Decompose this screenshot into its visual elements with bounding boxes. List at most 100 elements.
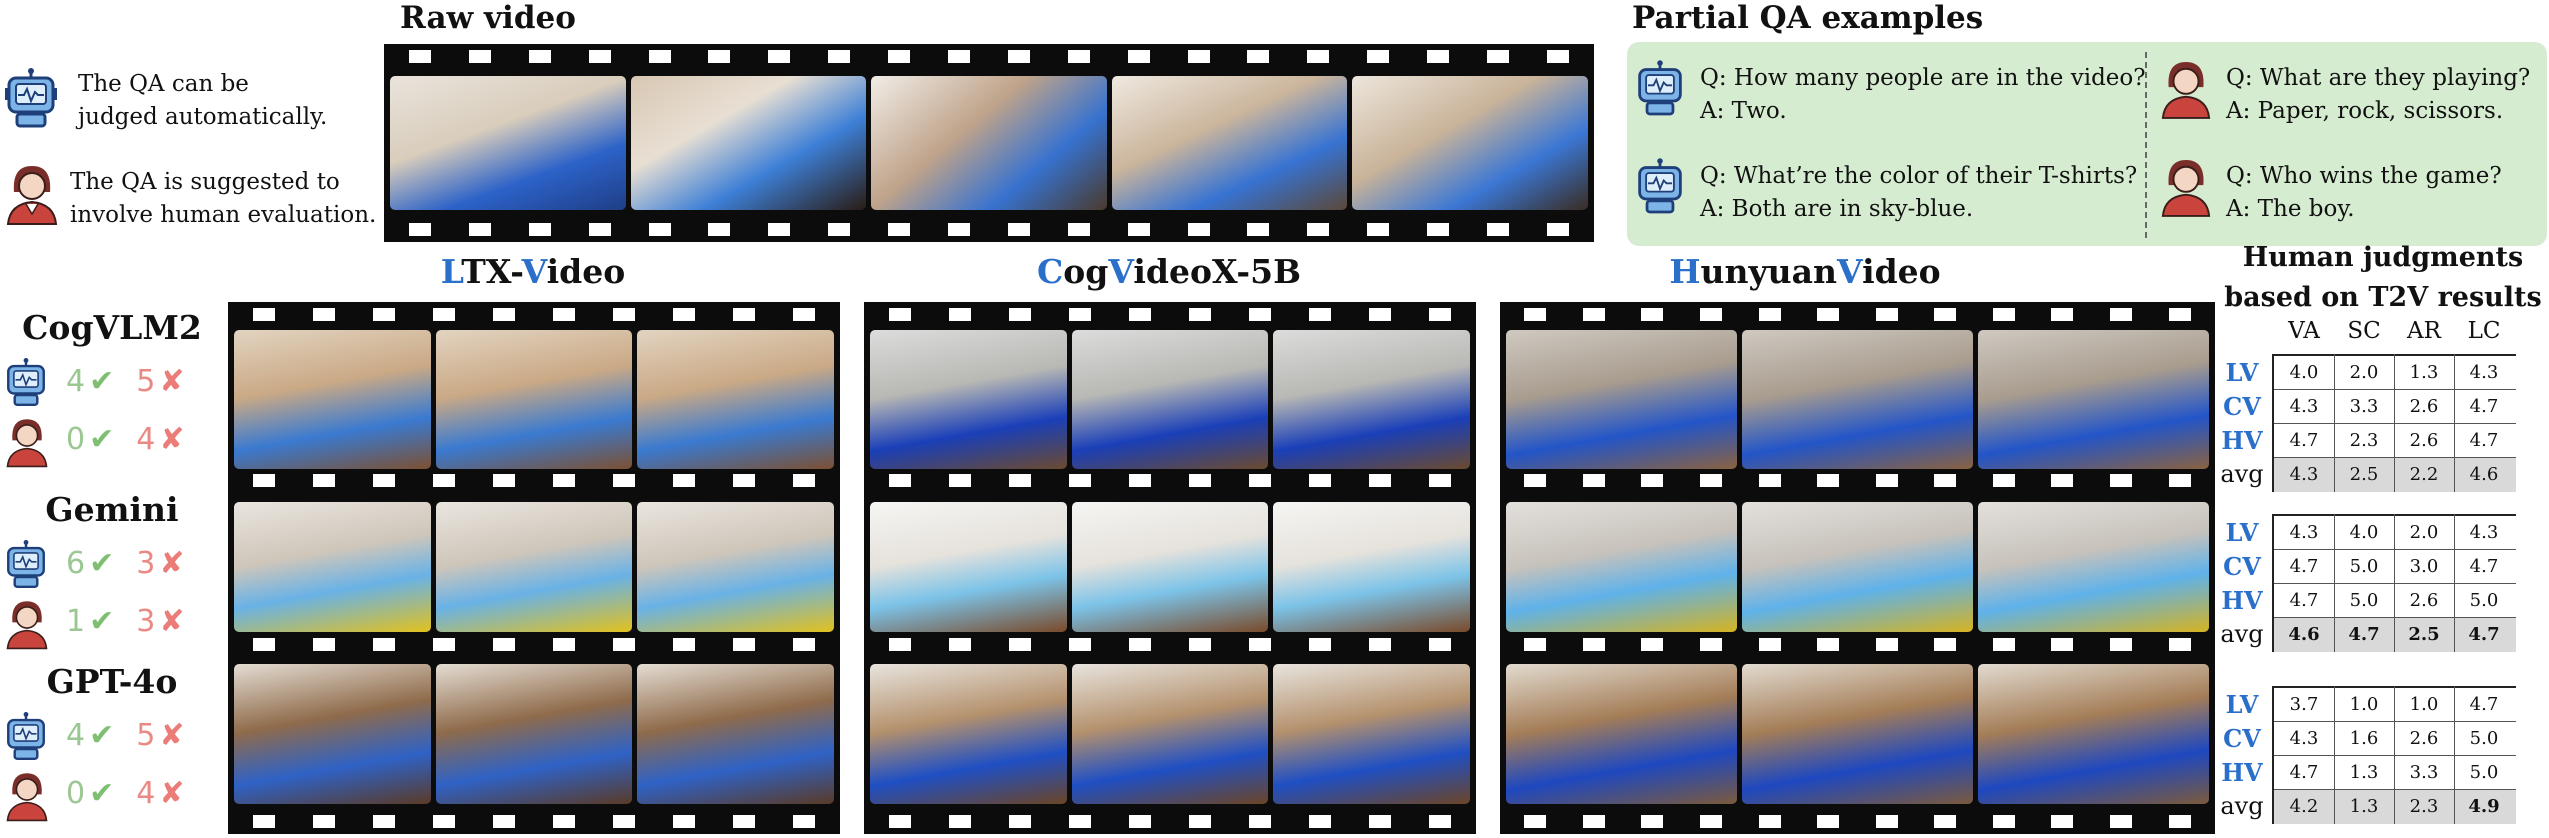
generated-frame [1071, 330, 1269, 469]
cogvideox-filmstrip [864, 302, 1476, 834]
check-icon: ✔ [89, 604, 115, 639]
robot-icon [1638, 60, 1682, 116]
check-icon: ✔ [89, 776, 115, 811]
raw-video-filmstrip [384, 44, 1594, 242]
table-rule [2394, 354, 2395, 492]
table-column-header: SC [2347, 318, 2381, 344]
generated-frame [870, 502, 1067, 632]
auto-wrong-count: 5 [136, 364, 156, 399]
table-cell: 4.7 [2469, 396, 2499, 417]
generated-frame [637, 502, 835, 632]
row-label: LV [2225, 690, 2259, 719]
table-cell: 4.7 [2289, 590, 2319, 611]
generated-frame [1742, 330, 1973, 469]
ltx-video-filmstrip [228, 302, 840, 834]
avg-cell: 2.5 [2408, 624, 2440, 645]
cross-icon: ✘ [159, 718, 185, 753]
table-rule [2454, 354, 2455, 492]
row-label: CV [2223, 552, 2261, 581]
table-column-header: VA [2288, 318, 2320, 344]
human-wrong-count: 3 [136, 604, 156, 639]
human-judgments-heading-line2: based on T2V results [2224, 282, 2542, 313]
legend-human-line1: The QA is suggested to [70, 169, 340, 195]
generated-frame [870, 330, 1067, 469]
auto-score: 6 ✔ 3 ✘ [66, 546, 184, 581]
table-cell: 2.6 [2409, 430, 2439, 451]
generated-frame [870, 664, 1067, 804]
table-cell: 1.0 [2409, 694, 2439, 715]
cross-icon: ✘ [159, 422, 185, 457]
generated-frame [637, 664, 835, 804]
human-evaluator-icon [4, 416, 50, 472]
table-cell: 4.0 [2289, 362, 2319, 383]
qa-question: Q: What’re the color of their T-shirts? [1700, 163, 2138, 189]
robot-icon [4, 540, 48, 594]
table-cell: 4.0 [2349, 522, 2379, 543]
table-cell: 3.0 [2409, 556, 2439, 577]
generated-frame [234, 664, 431, 804]
generated-frame [435, 502, 633, 632]
human-score: 0 ✔ 4 ✘ [66, 776, 184, 811]
generated-frame [1742, 664, 1973, 804]
table-cell: 2.3 [2349, 430, 2379, 451]
row-label: HV [2221, 586, 2263, 615]
model-title-ltx-video: LTX-Video [440, 252, 626, 291]
legend-auto-line2: judged automatically. [78, 104, 328, 130]
avg-cell: 4.6 [2288, 624, 2320, 645]
table-cell: 4.7 [2469, 694, 2499, 715]
human-evaluator-icon [6, 166, 58, 225]
table-column-header: AR [2407, 318, 2441, 344]
partial-qa-heading: Partial QA examples [1632, 0, 1984, 36]
row-label: HV [2221, 426, 2263, 455]
table-cell: 3.7 [2289, 694, 2319, 715]
judge-name: CogVLM2 [22, 308, 202, 347]
auto-correct-count: 4 [66, 364, 86, 399]
raw-frame [1352, 76, 1588, 210]
generated-frame [1071, 502, 1269, 632]
auto-wrong-count: 3 [136, 546, 156, 581]
table-rule [2394, 686, 2395, 824]
qa-answer: A: Paper, rock, scissors. [2226, 98, 2504, 124]
generated-frame [637, 330, 835, 469]
table-cell: 4.3 [2469, 522, 2499, 543]
table-cell: 4.3 [2289, 396, 2319, 417]
table-cell: 2.6 [2409, 396, 2439, 417]
model-title-hunyuan-video: HunyuanVideo [1669, 252, 1941, 291]
generated-frame [1506, 330, 1737, 469]
row-label: HV [2221, 758, 2263, 787]
human-evaluator-icon [2161, 62, 2211, 119]
avg-label: avg [2220, 792, 2264, 820]
generated-frame [1506, 502, 1737, 632]
judge-name: GPT-4o [46, 662, 178, 701]
avg-cell: 4.6 [2469, 464, 2499, 485]
raw-frame [390, 76, 626, 210]
table-cell: 1.3 [2349, 762, 2379, 783]
table-rule [2334, 514, 2335, 652]
generated-frame [435, 664, 633, 804]
cross-icon: ✘ [159, 546, 185, 581]
human-evaluator-icon [4, 770, 50, 826]
table-rule [2272, 514, 2274, 652]
avg-cell: 2.3 [2409, 796, 2439, 817]
table-rule [2272, 686, 2274, 824]
table-cell: 4.7 [2469, 430, 2499, 451]
table-cell: 5.0 [2469, 762, 2499, 783]
row-label: CV [2223, 724, 2261, 753]
robot-icon [4, 712, 48, 766]
human-evaluator-icon [4, 598, 50, 654]
qa-question: Q: Who wins the game? [2226, 163, 2502, 189]
generated-frame [1978, 330, 2209, 469]
human-correct-count: 1 [66, 604, 86, 639]
table-cell: 4.7 [2469, 556, 2499, 577]
qa-question: Q: How many people are in the video? [1700, 65, 2146, 91]
generated-frame [435, 330, 633, 469]
avg-cell: 2.2 [2409, 464, 2439, 485]
generated-frame [1742, 502, 1973, 632]
auto-wrong-count: 5 [136, 718, 156, 753]
table-cell: 3.3 [2409, 762, 2439, 783]
generated-frame [1506, 664, 1737, 804]
check-icon: ✔ [89, 546, 115, 581]
human-wrong-count: 4 [136, 422, 156, 457]
table-cell: 3.3 [2349, 396, 2379, 417]
auto-correct-count: 6 [66, 546, 86, 581]
